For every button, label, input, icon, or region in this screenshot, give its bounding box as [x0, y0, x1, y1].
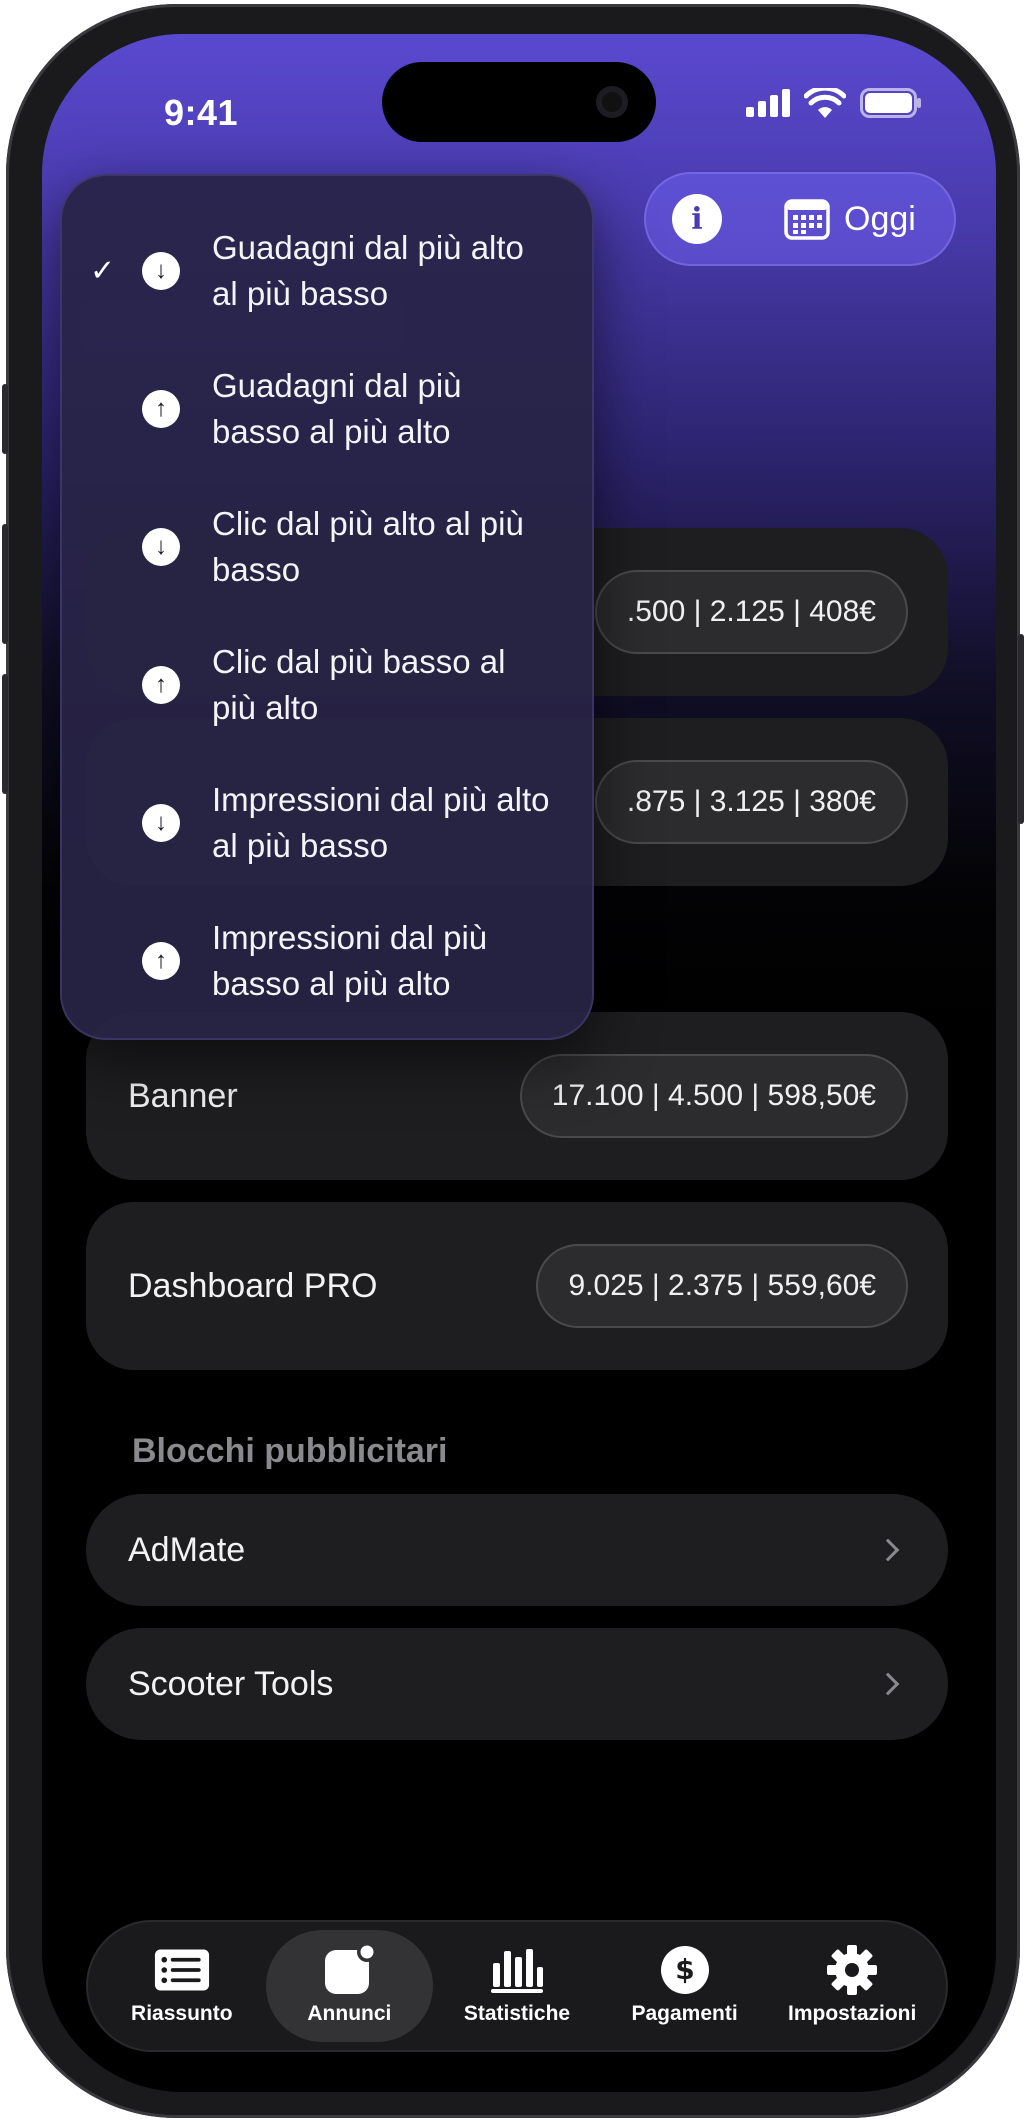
- dollar-icon: $: [660, 1946, 709, 1994]
- volume-up-button: [2, 524, 8, 644]
- sort-option-label: Guadagni dal più alto al più basso: [212, 229, 524, 312]
- arrow-down-circle-icon: ↓: [142, 528, 180, 566]
- cellular-signal-icon: [746, 89, 790, 117]
- bar-chart-icon: [490, 1949, 543, 1993]
- chevron-right-icon: [876, 1538, 900, 1562]
- format-stats: .875 | 3.125 | 380€: [594, 760, 908, 844]
- ad-block-row-scooter-tools[interactable]: Scooter Tools: [86, 1628, 948, 1740]
- format-row-dashboard-pro[interactable]: Dashboard PRO 9.025 | 2.375 | 559,60€: [86, 1202, 948, 1370]
- tab-annunci[interactable]: Annunci: [265, 1930, 434, 2042]
- status-time: 9:41: [164, 92, 239, 133]
- phone-frame: 9:41 i Oggi .500 | 2.125 | 408€ .875 | 3…: [2, 4, 1024, 2118]
- battery-icon: [860, 88, 921, 118]
- status-icons: [746, 88, 922, 118]
- sort-option-clicks-asc[interactable]: ↑ Clic dal più basso al più alto: [62, 616, 592, 754]
- arrow-up-circle-icon: ↑: [142, 666, 180, 704]
- sort-option-earnings-asc[interactable]: ↑ Guadagni dal più basso al più alto: [62, 340, 592, 478]
- ad-block-row-admate[interactable]: AdMate: [86, 1494, 948, 1606]
- screen: 9:41 i Oggi .500 | 2.125 | 408€ .875 | 3…: [42, 34, 996, 2092]
- dynamic-island: [382, 62, 656, 142]
- camera-icon: [596, 86, 628, 118]
- sort-menu: ✓ ↓ Guadagni dal più alto al più basso ↑…: [60, 174, 594, 1040]
- arrow-up-circle-icon: ↑: [142, 390, 180, 428]
- tab-label: Pagamenti: [631, 2002, 738, 2025]
- tab-statistiche[interactable]: Statistiche: [433, 1930, 601, 2042]
- tab-label: Impostazioni: [788, 2002, 917, 2025]
- sort-option-label: Impressioni dal più basso al più alto: [212, 919, 488, 1002]
- list-icon: [154, 1949, 209, 1991]
- tab-label: Riassunto: [131, 2002, 233, 2025]
- arrow-up-circle-icon: ↑: [142, 942, 180, 980]
- arrow-down-circle-icon: ↓: [142, 252, 180, 290]
- sort-option-clicks-desc[interactable]: ↓ Clic dal più alto al più basso: [62, 478, 592, 616]
- header-controls: i Oggi: [644, 172, 956, 266]
- checkmark-icon: ✓: [90, 254, 116, 288]
- gear-icon: [827, 1945, 878, 1995]
- action-button: [2, 384, 8, 454]
- info-icon[interactable]: i: [672, 194, 722, 244]
- calendar-icon: [784, 199, 830, 240]
- ad-block-label: AdMate: [128, 1530, 246, 1569]
- format-stats: 9.025 | 2.375 | 559,60€: [536, 1244, 908, 1328]
- tab-label: Annunci: [307, 2002, 392, 2025]
- tab-riassunto[interactable]: Riassunto: [98, 1930, 266, 2042]
- tab-pagamenti[interactable]: $ Pagamenti: [601, 1930, 769, 2042]
- chevron-right-icon: [876, 1672, 900, 1696]
- date-filter-button[interactable]: Oggi: [784, 198, 916, 240]
- ad-block-label: Scooter Tools: [128, 1664, 334, 1703]
- sort-option-label: Clic dal più basso al più alto: [212, 643, 506, 726]
- date-filter-label: Oggi: [844, 199, 916, 238]
- sort-option-label: Impressioni dal più alto al più basso: [212, 781, 550, 864]
- format-label: Dashboard PRO: [128, 1266, 378, 1305]
- arrow-down-circle-icon: ↓: [142, 804, 180, 842]
- tab-label: Statistiche: [463, 2002, 571, 2025]
- sort-option-impressions-desc[interactable]: ↓ Impressioni dal più alto al più basso: [62, 754, 592, 892]
- format-stats: 17.100 | 4.500 | 598,50€: [519, 1054, 908, 1138]
- format-label: Banner: [128, 1076, 238, 1115]
- sort-option-label: Clic dal più alto al più basso: [212, 505, 524, 588]
- section-title-ad-blocks: Blocchi pubblicitari: [132, 1432, 448, 1470]
- sort-option-label: Guadagni dal più basso al più alto: [212, 367, 462, 450]
- tab-bar: Riassunto Annunci Statistiche $ Pagament…: [86, 1920, 948, 2052]
- wifi-icon: [804, 88, 846, 118]
- ad-badge-icon: [325, 1944, 378, 1994]
- sort-option-impressions-asc[interactable]: ↑ Impressioni dal più basso al più alto: [62, 892, 592, 1030]
- sort-option-earnings-desc[interactable]: ✓ ↓ Guadagni dal più alto al più basso: [62, 202, 592, 340]
- format-stats: .500 | 2.125 | 408€: [594, 570, 908, 654]
- svg-text:$: $: [675, 1953, 694, 1986]
- volume-down-button: [2, 674, 8, 794]
- tab-impostazioni[interactable]: Impostazioni: [768, 1930, 936, 2042]
- side-button: [1018, 634, 1024, 824]
